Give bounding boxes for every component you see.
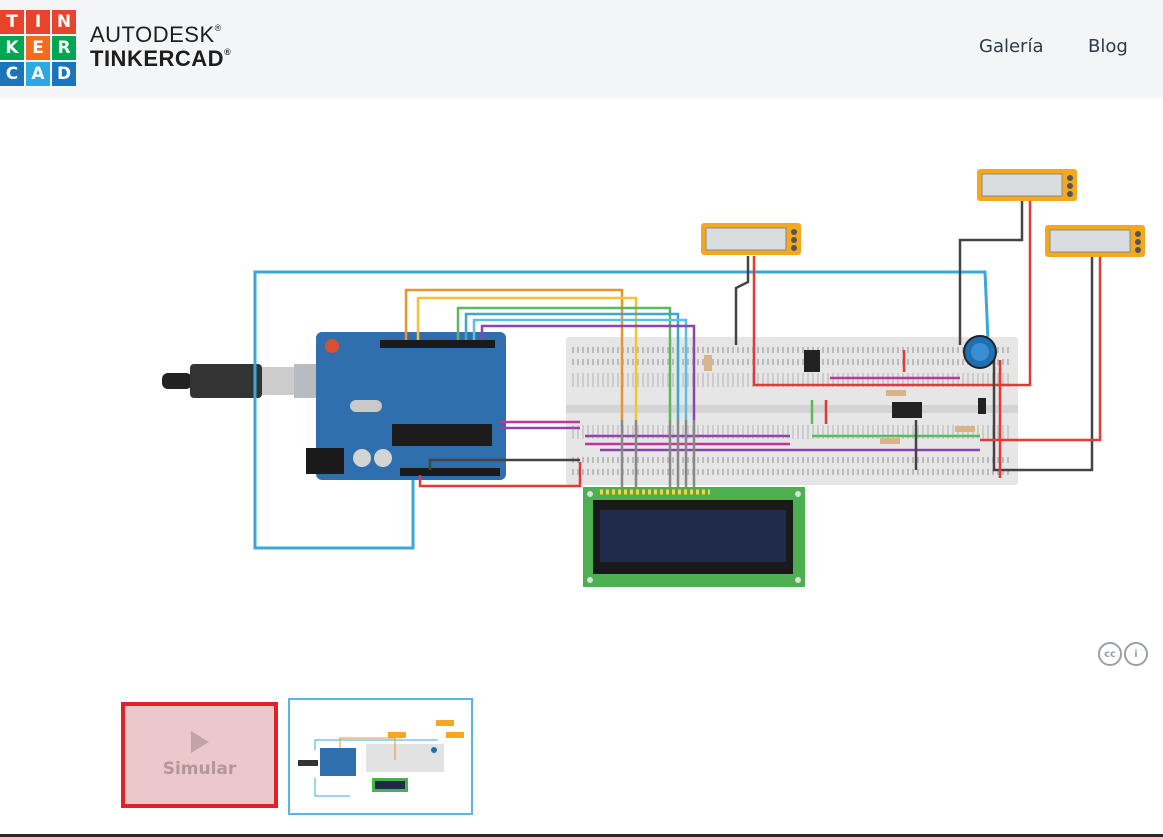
brand-name: AUTODESK® TINKERCAD® — [90, 24, 231, 70]
circuit-viewer[interactable] — [0, 98, 1163, 688]
trademark-mark: ® — [224, 47, 232, 57]
play-icon — [190, 731, 209, 753]
lcd-16x2-display — [583, 487, 805, 587]
site-header: TIN KER CAD AUTODESK® TINKERCAD® Galería B… — [0, 0, 1163, 98]
logo-letter: T — [0, 10, 24, 34]
logo-letter: R — [52, 36, 76, 60]
nav-blog-link[interactable]: Blog — [1088, 36, 1128, 57]
cc-icon: cc — [1098, 642, 1122, 666]
attribution-icon: i — [1124, 642, 1148, 666]
design-thumbnail[interactable] — [288, 698, 473, 815]
logo-letter: D — [52, 62, 76, 86]
circuit-diagram — [162, 169, 1145, 587]
sensor-chip — [804, 350, 820, 372]
brand-line-tinkercad: TINKERCAD — [90, 46, 225, 71]
thumbnail-preview — [298, 720, 464, 797]
nav-galeria-link[interactable]: Galería — [979, 36, 1044, 57]
simulate-button[interactable]: Simular — [121, 702, 278, 808]
tinkercad-logo[interactable]: TIN KER CAD — [0, 10, 76, 86]
breadboard — [566, 337, 1018, 485]
logo-letter: C — [0, 62, 24, 86]
logo-letter: K — [0, 36, 24, 60]
logo-letter: A — [26, 62, 50, 86]
logo-letter: E — [26, 36, 50, 60]
op-amp-chip — [892, 402, 922, 418]
arduino-uno-board — [306, 332, 506, 480]
logo-letter: I — [26, 10, 50, 34]
simulate-label: Simular — [162, 759, 237, 779]
trademark-mark: ® — [214, 23, 222, 33]
logo-letter: N — [52, 10, 76, 34]
multimeter-1 — [701, 223, 801, 255]
multimeter-2 — [977, 169, 1077, 201]
multimeter-3 — [1045, 225, 1145, 257]
license-badge: cc i — [1098, 642, 1148, 666]
brand-line-autodesk: AUTODESK — [90, 22, 215, 47]
